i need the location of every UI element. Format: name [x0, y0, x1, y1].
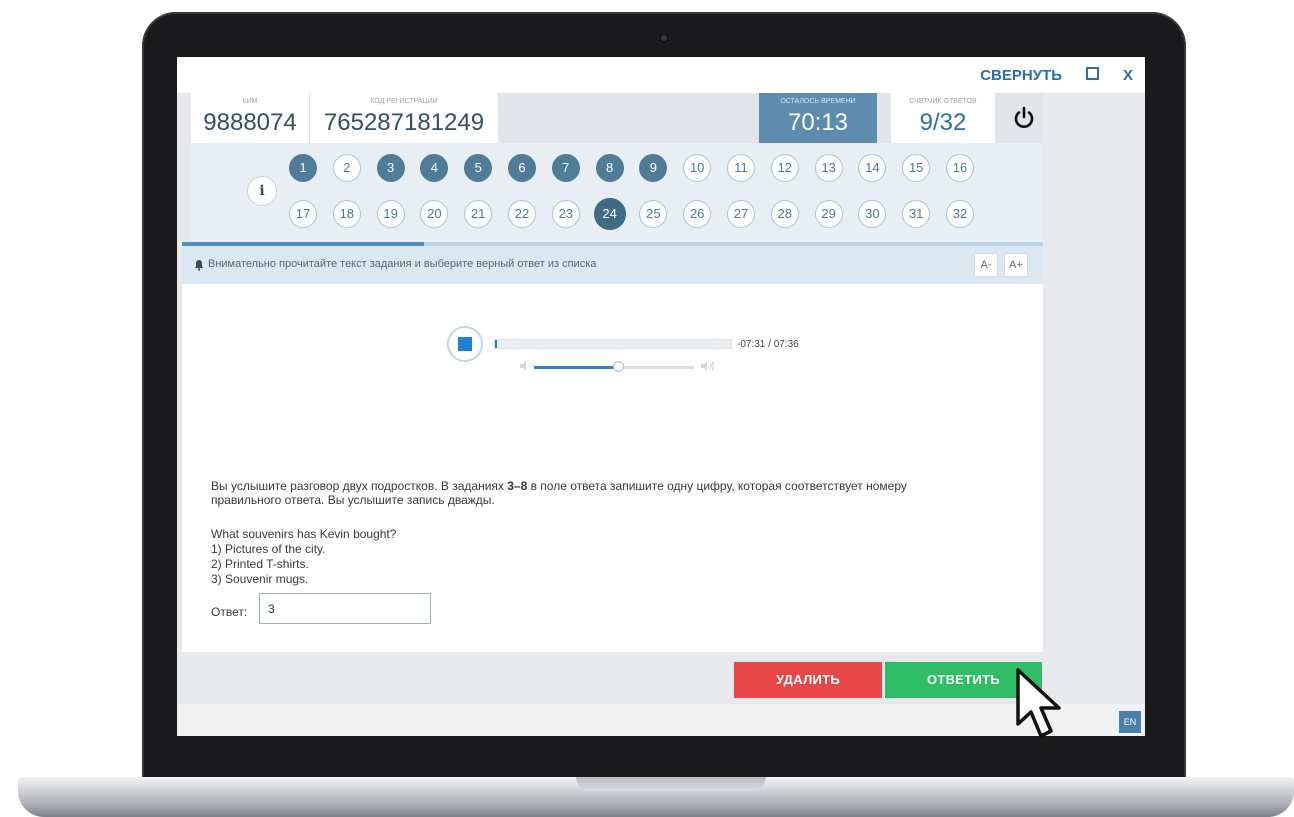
question-nav-7[interactable]: 7 — [551, 154, 580, 182]
question-nav-32[interactable]: 32 — [946, 200, 974, 228]
task-content: -07:31 / 07:36 Вы услышите разговор двух… — [182, 284, 1043, 652]
exam-header: КИМ 9888074 КОД РЕГИСТРАЦИИ 765287181249… — [191, 93, 1043, 143]
registration-box: КОД РЕГИСТРАЦИИ 765287181249 — [310, 93, 498, 143]
question-nav-3[interactable]: 3 — [376, 154, 405, 182]
question-nav-27[interactable]: 27 — [727, 200, 755, 228]
stop-button[interactable] — [447, 326, 483, 362]
question-nav-4[interactable]: 4 — [420, 154, 449, 182]
instruction-bar: Внимательно прочитайте текст задания и в… — [182, 246, 1043, 284]
question-nav-23[interactable]: 23 — [551, 200, 580, 228]
webcam-icon — [659, 33, 669, 43]
maximize-icon — [1085, 67, 1099, 80]
mouse-pointer-icon — [1016, 668, 1061, 738]
instruction-text: Внимательно прочитайте текст задания и в… — [208, 258, 597, 270]
window-controls: СВЕРНУТЬ X — [980, 67, 1133, 84]
answer-option-1: 1) Pictures of the city. — [211, 542, 326, 556]
answer-label: Ответ: — [211, 605, 248, 619]
timer-caption: ОСТАЛОСЬ ВРЕМЕНИ — [780, 98, 856, 105]
maximize-button[interactable] — [1085, 67, 1099, 84]
question-nav-26[interactable]: 26 — [683, 200, 712, 228]
answer-counter-value: 9/32 — [919, 109, 967, 136]
audio-progress-marker — [495, 340, 497, 348]
window-topbar: СВЕРНУТЬ X — [177, 57, 1145, 93]
task-intro-part1: Вы услышите разговор двух подростков. В … — [211, 479, 508, 493]
stop-icon — [458, 337, 472, 351]
language-button[interactable]: EN — [1119, 711, 1141, 733]
question-nav-29[interactable]: 29 — [814, 200, 843, 228]
question-nav-1[interactable]: 1 — [289, 154, 317, 182]
audio-time: -07:31 / 07:36 — [737, 339, 799, 350]
question-nav-17[interactable]: 17 — [289, 200, 317, 228]
question-nav-30[interactable]: 30 — [858, 200, 887, 228]
answer-counter-box: СЧЕТЧИК ОТВЕТОВ 9/32 — [891, 93, 995, 143]
question-nav-19[interactable]: 19 — [376, 200, 405, 228]
question-nav-15[interactable]: 15 — [902, 154, 931, 182]
registration-value: 765287181249 — [323, 109, 485, 136]
bell-icon — [194, 260, 204, 271]
registration-caption: КОД РЕГИСТРАЦИИ — [370, 98, 438, 105]
question-nav-13[interactable]: 13 — [814, 154, 843, 182]
task-intro: Вы услышите разговор двух подростков. В … — [211, 479, 971, 507]
question-nav-5[interactable]: 5 — [464, 154, 493, 182]
answer-option-3: 3) Souvenir mugs. — [211, 572, 309, 586]
question-nav-31[interactable]: 31 — [902, 200, 931, 228]
question-nav-8[interactable]: 8 — [595, 154, 624, 182]
volume-high-icon[interactable] — [700, 360, 716, 372]
question-nav-6[interactable]: 6 — [508, 154, 536, 182]
question-nav-2[interactable]: 2 — [332, 154, 361, 182]
question-nav-22[interactable]: 22 — [508, 200, 536, 228]
answer-option-2: 2) Printed T-shirts. — [211, 557, 309, 571]
question-nav-10[interactable]: 10 — [683, 154, 712, 182]
volume-low-icon[interactable] — [519, 360, 531, 372]
task-intro-range: 3–8 — [507, 479, 528, 493]
font-decrease-button[interactable]: A- — [974, 253, 998, 277]
audio-progress-track[interactable] — [494, 339, 732, 349]
question-nav-14[interactable]: 14 — [858, 154, 887, 182]
answer-counter-caption: СЧЕТЧИК ОТВЕТОВ — [909, 98, 977, 105]
action-bar: УДАЛИТЬ ОТВЕТИТЬ — [177, 652, 1145, 704]
timer-box: ОСТАЛОСЬ ВРЕМЕНИ 70:13 — [759, 93, 877, 143]
power-icon[interactable] — [1011, 105, 1037, 131]
timer-value: 70:13 — [787, 109, 849, 136]
question-nav-25[interactable]: 25 — [639, 200, 668, 228]
question-nav-18[interactable]: 18 — [332, 200, 361, 228]
exam-screen: СВЕРНУТЬ X КИМ 9888074 КОД РЕГИСТРАЦИИ 7… — [177, 57, 1145, 736]
question-nav-21[interactable]: 21 — [464, 200, 493, 228]
question-nav-12[interactable]: 12 — [770, 154, 799, 182]
question-nav-16[interactable]: 16 — [946, 154, 974, 182]
kim-value: 9888074 — [203, 109, 297, 136]
minimize-button[interactable]: СВЕРНУТЬ — [980, 67, 1062, 84]
question-nav-28[interactable]: 28 — [770, 200, 799, 228]
question-nav-20[interactable]: 20 — [420, 200, 449, 228]
question-text: What souvenirs has Kevin bought? — [211, 527, 397, 541]
info-icon[interactable]: i — [247, 176, 277, 206]
question-nav-24[interactable]: 24 — [593, 198, 626, 230]
close-button[interactable]: X — [1123, 67, 1133, 84]
question-nav-9[interactable]: 9 — [639, 154, 668, 182]
volume-slider-handle[interactable] — [613, 361, 624, 372]
volume-fill — [534, 366, 620, 369]
question-nav-11[interactable]: 11 — [727, 154, 755, 182]
footer-strip — [177, 704, 1145, 736]
kim-box: КИМ 9888074 — [191, 93, 310, 143]
question-navigation: i 1 2 3 4 5 6 7 8 9 10 11 12 13 14 15 16 17 18 19 20 21 22 23 2… — [191, 143, 1043, 242]
font-increase-button[interactable]: A+ — [1004, 253, 1028, 277]
delete-button[interactable]: УДАЛИТЬ — [734, 662, 882, 698]
laptop-base-notch — [576, 777, 766, 791]
answer-input[interactable] — [259, 593, 431, 624]
kim-caption: КИМ — [242, 98, 258, 105]
